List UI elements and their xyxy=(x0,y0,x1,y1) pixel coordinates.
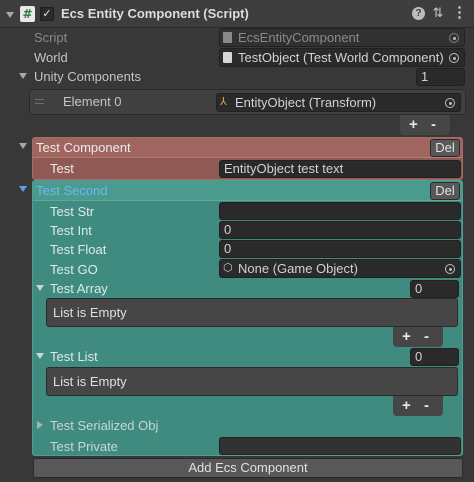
help-icon[interactable]: ? xyxy=(412,7,425,20)
drag-handle-icon[interactable] xyxy=(35,99,44,104)
remove-element-button[interactable]: - xyxy=(424,328,429,346)
component-header[interactable]: # ✓ Ecs Entity Component (Script) ? ⇅ ⋮ xyxy=(0,0,474,28)
unity-components-list: Element 0 ⅄ EntityObject (Transform) xyxy=(29,89,466,115)
script-label: Script xyxy=(34,30,68,45)
presets-icon[interactable]: ⇅ xyxy=(431,6,445,21)
add-element-button[interactable]: + xyxy=(402,397,411,415)
test-list-empty-box: List is Empty xyxy=(46,367,458,396)
script-file-icon xyxy=(223,32,232,43)
test-private-input xyxy=(219,437,461,455)
test-str-label: Test Str xyxy=(50,204,95,219)
remove-element-button[interactable]: - xyxy=(424,397,429,415)
enabled-checkbox[interactable]: ✓ xyxy=(40,7,54,21)
test-array-foldout-icon[interactable] xyxy=(36,285,44,291)
test-go-field[interactable]: ⬡ None (Game Object) xyxy=(219,259,461,278)
remove-element-button[interactable]: - xyxy=(431,116,436,134)
header-foldout-arrow-icon[interactable] xyxy=(6,12,14,18)
object-picker-icon[interactable] xyxy=(449,53,459,63)
component-title: Ecs Entity Component (Script) xyxy=(61,6,249,21)
element-0-label: Element 0 xyxy=(63,94,122,109)
script-file-icon xyxy=(223,52,232,63)
test-array-empty-box: List is Empty xyxy=(46,298,458,327)
test-component-foldout-icon[interactable] xyxy=(19,143,27,149)
script-icon: # xyxy=(20,6,35,22)
test-int-input[interactable]: 0 xyxy=(219,221,461,239)
unity-components-label: Unity Components xyxy=(34,69,141,84)
context-menu-icon[interactable]: ⋮ xyxy=(452,5,467,21)
unity-components-size-field[interactable]: 1 xyxy=(416,68,465,86)
test-str-input[interactable] xyxy=(219,202,461,220)
test-private-label: Test Private xyxy=(50,439,118,454)
test-float-label: Test Float xyxy=(50,242,107,257)
object-picker-icon xyxy=(449,33,459,43)
unity-components-footer: + - xyxy=(400,115,450,135)
test-component-title: Test Component xyxy=(36,140,131,155)
unity-components-foldout-icon[interactable] xyxy=(19,73,27,79)
test-list-label: Test List xyxy=(50,349,98,364)
test-field-label: Test xyxy=(50,161,74,176)
add-element-button[interactable]: + xyxy=(402,328,411,346)
test-second-title: Test Second xyxy=(36,183,108,198)
object-picker-icon[interactable] xyxy=(445,98,455,108)
test-int-label: Test Int xyxy=(50,223,92,238)
test-field-input[interactable]: EntityObject test text xyxy=(219,160,461,178)
object-picker-icon[interactable] xyxy=(445,264,455,274)
test-component-panel: Test Component Del Test EntityObject tes… xyxy=(32,137,463,180)
add-element-button[interactable]: + xyxy=(409,116,418,134)
add-ecs-component-button[interactable]: Add Ecs Component xyxy=(33,458,463,478)
transform-icon: ⅄ xyxy=(220,95,227,108)
test-serialized-obj-foldout-icon[interactable] xyxy=(37,421,43,429)
test-list-size-field[interactable]: 0 xyxy=(410,348,459,366)
test-array-size-field[interactable]: 0 xyxy=(410,280,459,298)
test-array-footer: + - xyxy=(393,327,443,347)
element-0-field[interactable]: ⅄ EntityObject (Transform) xyxy=(216,93,461,112)
test-array-label: Test Array xyxy=(50,281,108,296)
test-second-del-button[interactable]: Del xyxy=(430,182,460,200)
test-second-foldout-icon[interactable] xyxy=(19,186,27,192)
gameobject-cube-icon: ⬡ xyxy=(223,261,233,274)
test-float-input[interactable]: 0 xyxy=(219,240,461,258)
world-label: World xyxy=(34,50,68,65)
test-list-footer: + - xyxy=(393,396,443,416)
test-second-panel: Test Second Del Test Str Test Int 0 Test… xyxy=(32,180,463,456)
inspector-panel: # ✓ Ecs Entity Component (Script) ? ⇅ ⋮ … xyxy=(0,0,474,482)
test-component-del-button[interactable]: Del xyxy=(430,139,460,157)
script-field: EcsEntityComponent xyxy=(219,28,465,47)
test-list-foldout-icon[interactable] xyxy=(36,353,44,359)
test-go-label: Test GO xyxy=(50,262,98,277)
world-field[interactable]: TestObject (Test World Component) xyxy=(219,48,465,67)
test-serialized-obj-label: Test Serialized Obj xyxy=(50,418,159,433)
